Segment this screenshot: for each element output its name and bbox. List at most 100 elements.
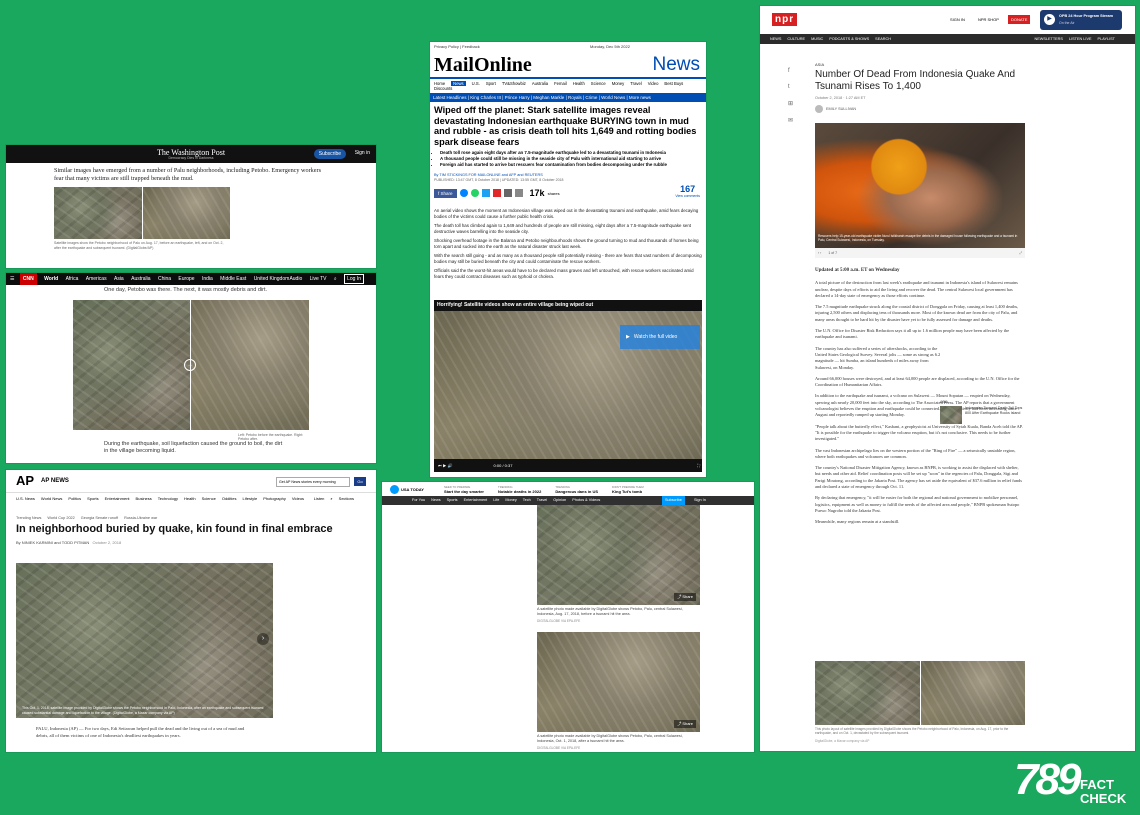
before-satellite-image[interactable]: ⤴ Share [537,505,700,605]
nav-item[interactable]: World [44,273,58,285]
volume-icon[interactable]: 🔊 [447,463,452,468]
nav-item[interactable]: Africa [66,273,79,285]
next-arrow-icon[interactable]: › [257,633,269,645]
search-icon[interactable]: ⌕ [334,273,337,285]
twitter-icon[interactable]: t [788,84,793,90]
expand-icon[interactable]: ⤢ [1019,248,1022,258]
comment-count[interactable]: 167 [675,184,700,194]
facebook-share-button[interactable]: f Share [434,188,457,198]
nav-item[interactable]: Tech [523,496,531,505]
nav-item[interactable]: Asia [114,273,124,285]
listen-button[interactable]: Listen [314,496,325,501]
nav-item[interactable]: News [451,81,466,86]
nav-item[interactable]: Business [136,496,152,501]
play-button-icon[interactable]: ▶ [443,463,447,468]
nav-item[interactable]: Travel [537,496,547,505]
email-icon[interactable]: ✉ [788,117,793,124]
author-name[interactable]: EMILY SULLIVAN [826,107,856,111]
ap-satellite-image[interactable]: › This Oct. 1, 2018, satellite image pro… [16,563,273,718]
ap-logo[interactable]: AP [16,473,34,488]
nav-item[interactable]: China [158,273,171,285]
flipboard-icon[interactable] [492,189,501,197]
facebook-icon[interactable]: f [788,68,793,74]
nav-item[interactable]: Video [648,81,659,86]
nav-item[interactable]: U.S. News [16,496,35,501]
nav-item[interactable]: Health [573,81,585,86]
related-story[interactable]: ASIA Indonesian Tsunami Death Toll Tops … [940,400,1025,424]
share-button[interactable]: ⤴ Share [674,720,696,728]
sections-menu[interactable]: Sections [339,496,354,501]
nav-item[interactable]: Travel [630,81,641,86]
login-button[interactable]: Log In [344,274,364,284]
cnn-logo[interactable]: CNN [19,273,37,285]
whatsapp-icon[interactable] [470,189,479,197]
trending-item[interactable]: World Cup 2022 [47,516,74,520]
nav-item[interactable]: PLAYLIST [1098,34,1115,44]
nav-item[interactable]: India [202,273,213,285]
nav-item[interactable]: PODCASTS & SHOWS [829,34,869,44]
nav-item[interactable]: Europe [178,273,194,285]
nav-item[interactable]: Sports [87,496,99,501]
lead-photo[interactable]: Rescuers help 15-year-old earthquake vic… [815,123,1025,248]
mailonline-logo[interactable]: MailOnline [434,54,532,77]
slider-handle-icon[interactable]: ↔ [184,359,196,371]
npr-shop-link[interactable]: NPR SHOP [978,17,999,22]
promo[interactable]: DIDN'T PREPARE THEM King Tut's tomb [612,485,644,494]
nav-item[interactable]: Middle East [220,273,246,285]
nav-item[interactable]: LISTEN LIVE [1069,34,1092,44]
rewind-icon[interactable]: ⏮ [438,463,442,468]
watch-full-video-button[interactable]: ▶ Watch the full video [620,325,700,349]
go-button[interactable]: Go [354,477,366,486]
nav-item[interactable]: Politics [68,496,81,501]
npr-logo[interactable]: npr [772,13,798,26]
nav-item[interactable]: Money [505,496,516,505]
nav-item[interactable]: Photography [263,496,286,501]
trending-item[interactable]: Russia-Ukraine war [124,516,157,520]
nav-item[interactable]: Best Buys [664,81,683,86]
promo[interactable]: TRENDING Dangerous dans in US [555,485,598,494]
sign-in-link[interactable]: Sign In [694,496,706,505]
live-player[interactable]: ▶ OPB 24 Hour Program Stream On the Air [1040,10,1122,30]
kicker[interactable]: ASIA [815,62,824,67]
privacy-links[interactable]: Privacy Policy | Feedback [434,44,480,49]
more-share-icon[interactable] [514,189,523,197]
after-satellite-image[interactable]: ⤴ Share [537,632,700,732]
video-player[interactable]: Horrifying! Satellite videos show an ent… [434,300,702,472]
nav-item[interactable]: For You [412,496,425,505]
twitter-icon[interactable] [481,189,490,197]
share-button[interactable]: ⤴ Share [674,593,696,601]
nav-item[interactable]: SEARCH [875,34,891,44]
promo[interactable]: TRENDING Notable deaths in 2022 [498,485,541,494]
menu-icon[interactable]: ☰ [10,276,14,282]
nav-item[interactable]: Technology [158,496,178,501]
messenger-icon[interactable] [459,189,468,197]
nav-item[interactable]: Entertainment [105,496,130,501]
nav-item[interactable]: Oddities [222,496,237,501]
nav-item[interactable]: Femail [554,81,567,86]
sign-in-link[interactable]: SIGN IN [950,17,965,22]
nav-item[interactable]: Money [612,81,625,86]
usa-today-logo[interactable]: USA TODAY [401,487,424,492]
nav-item[interactable]: World News [41,496,63,501]
nav-item[interactable]: Science [591,81,606,86]
next-arrow-icon[interactable]: › [820,251,821,255]
nav-item[interactable]: MUSIC [811,34,823,44]
nav-item[interactable]: Sports [447,496,458,505]
nav-item[interactable]: Opinion [553,496,566,505]
subscribe-button[interactable]: Subscribe [313,149,346,159]
nav-item[interactable]: Discounts [434,86,452,91]
fullscreen-icon[interactable]: ⛶ [697,459,700,472]
nav-item[interactable]: Photos & Videos [572,496,600,505]
nav-item[interactable]: Videos [292,496,304,501]
nav-item[interactable]: Health [184,496,196,501]
nav-item[interactable]: NEWS [770,34,781,44]
trending-item[interactable]: Georgia Senate runoff [81,516,118,520]
nav-item[interactable]: Australia [131,273,150,285]
bottom-satellite-images[interactable] [815,661,1025,725]
nav-item[interactable]: Americas [86,273,107,285]
nav-item[interactable]: TV&Showbiz [502,81,526,86]
prev-arrow-icon[interactable]: ‹ [818,251,819,255]
usa-today-logo-icon[interactable] [390,484,399,494]
nav-item[interactable]: Lifestyle [243,496,258,501]
nav-item[interactable]: Life [493,496,499,505]
